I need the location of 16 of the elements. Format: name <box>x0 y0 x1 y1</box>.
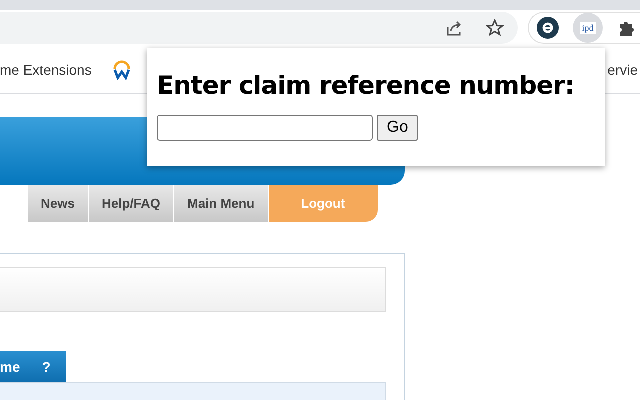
bookmark-label[interactable]: me Extensions <box>0 62 92 78</box>
popup-title: Enter claim reference number: <box>157 70 574 102</box>
extension-button[interactable]: ipd <box>573 13 603 43</box>
workday-logo-icon[interactable] <box>112 60 132 80</box>
bookmark-label[interactable]: ervie <box>608 62 638 78</box>
star-icon[interactable] <box>486 19 504 37</box>
nav-tab[interactable]: Main Menu <box>173 185 268 222</box>
tab-label: me <box>0 358 20 374</box>
section-tab[interactable]: me ? <box>0 351 66 382</box>
extension-logo-icon[interactable] <box>537 17 559 39</box>
help-link[interactable]: ? <box>42 358 51 374</box>
nav-tab[interactable]: News <box>27 185 88 222</box>
go-button[interactable]: Go <box>377 115 418 141</box>
nav-tab[interactable]: Help/FAQ <box>88 185 174 222</box>
claim-input-field[interactable] <box>157 115 373 141</box>
share-icon[interactable] <box>446 19 464 37</box>
